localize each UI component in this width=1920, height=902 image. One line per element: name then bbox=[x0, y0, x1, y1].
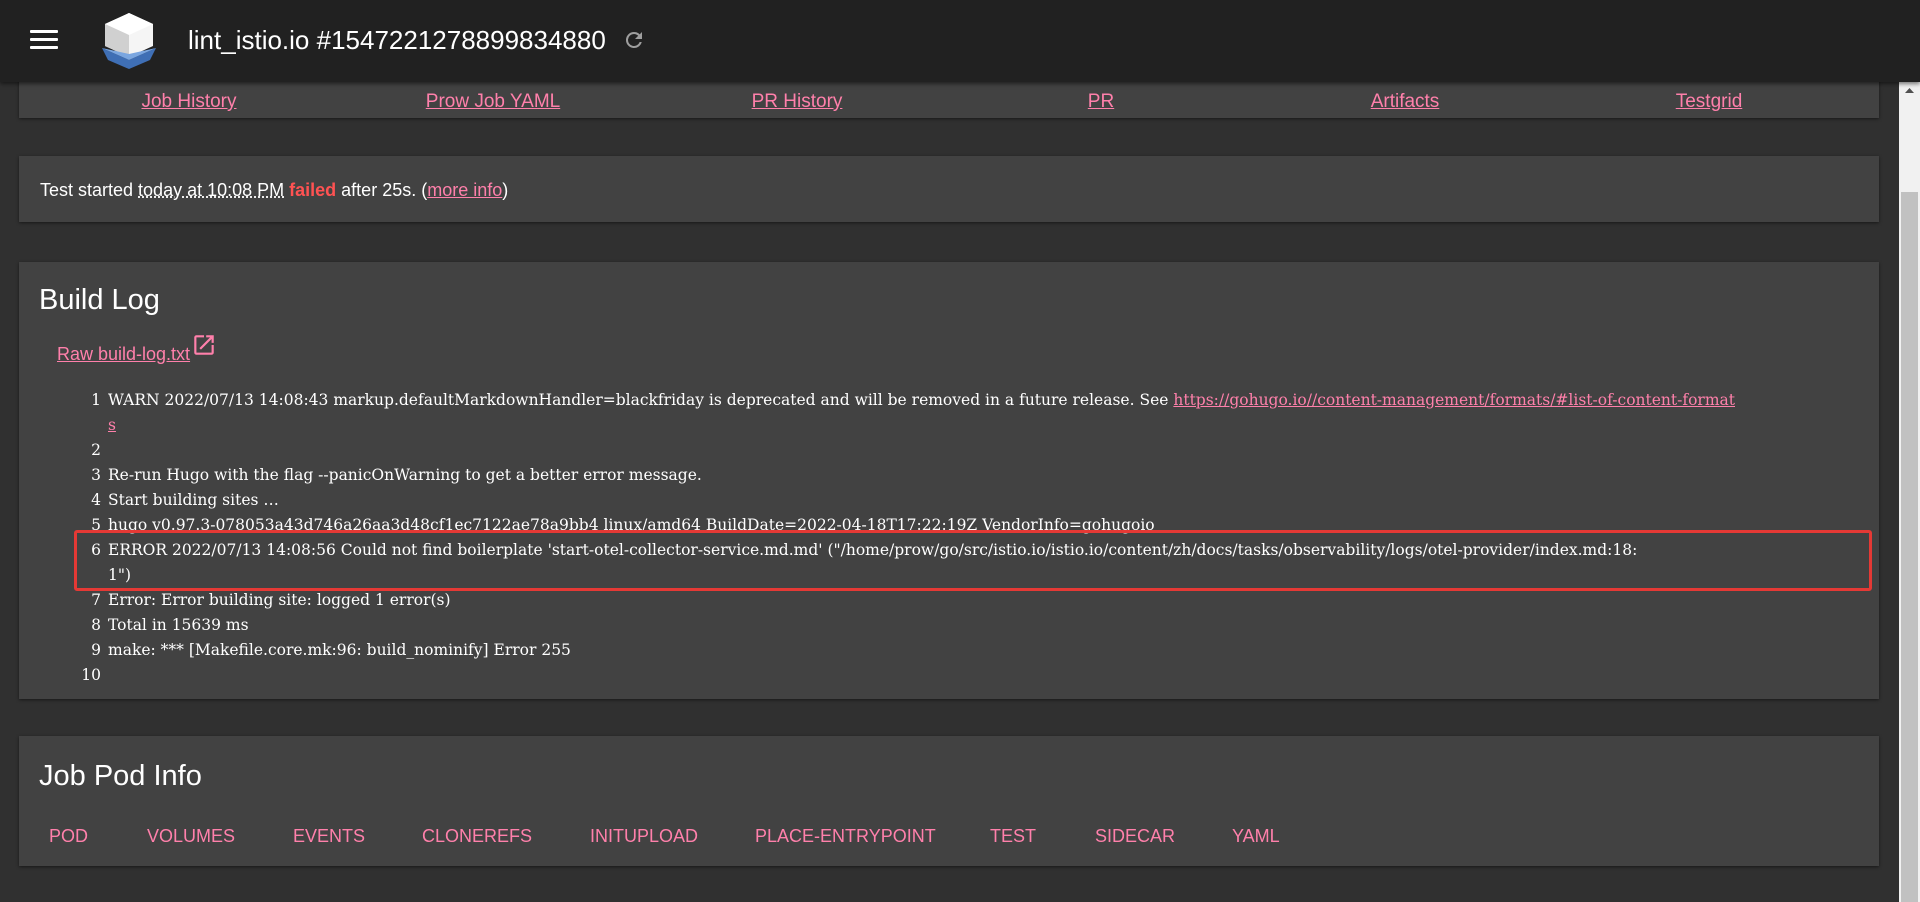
log-text: hugo v0.97.3-078053a43d746a26aa3d48cf1ec… bbox=[108, 516, 1155, 534]
job-history-link[interactable]: Job History bbox=[141, 91, 236, 113]
hamburger-menu-icon[interactable] bbox=[30, 30, 58, 52]
line-number: 8 bbox=[91, 616, 101, 634]
vertical-scrollbar[interactable] bbox=[1899, 82, 1920, 902]
line-number: 7 bbox=[91, 591, 101, 609]
tab-clonerefs[interactable]: CLONEREFS bbox=[422, 826, 532, 847]
log-url-link[interactable]: https://gohugo.io//content-management/fo… bbox=[1173, 391, 1735, 409]
log-text: Error: Error building site: logged 1 err… bbox=[108, 591, 451, 609]
log-url-link-continuation[interactable]: s bbox=[108, 413, 116, 438]
log-text: Total in 15639 ms bbox=[108, 616, 249, 634]
prow-job-yaml-link[interactable]: Prow Job YAML bbox=[426, 91, 560, 113]
log-text: Re-run Hugo with the flag --panicOnWarni… bbox=[108, 466, 702, 484]
pod-tabs: POD VOLUMES EVENTS CLONEREFS INITUPLOAD … bbox=[19, 826, 1879, 856]
more-info-link[interactable]: more info bbox=[427, 180, 502, 200]
log-text: Start building sites … bbox=[108, 491, 279, 509]
line-number: 2 bbox=[91, 441, 101, 459]
job-pod-info-card: Job Pod Info POD VOLUMES EVENTS CLONEREF… bbox=[19, 736, 1879, 866]
line-number: 6 bbox=[91, 541, 101, 559]
tab-initupload[interactable]: INITUPLOAD bbox=[590, 826, 698, 847]
status-prefix: Test started bbox=[40, 180, 139, 200]
pr-history-link[interactable]: PR History bbox=[752, 91, 843, 113]
pr-link[interactable]: PR bbox=[1088, 91, 1114, 113]
status-badge: failed bbox=[289, 180, 337, 200]
test-status-text: Test started today at 10:08 PM failed af… bbox=[40, 180, 508, 201]
line-number: 3 bbox=[91, 466, 101, 484]
status-suffix: ) bbox=[502, 180, 509, 200]
scroll-up-arrow-icon[interactable] bbox=[1899, 82, 1920, 100]
log-text-continuation: 1") bbox=[108, 566, 132, 584]
start-time: today at 10:08 PM bbox=[138, 180, 285, 200]
tab-sidecar[interactable]: SIDECAR bbox=[1095, 826, 1175, 847]
tab-pod[interactable]: POD bbox=[49, 826, 88, 847]
refresh-icon[interactable] bbox=[622, 28, 646, 52]
build-log-card: Build Log Raw build-log.txt 1 WARN 2022/… bbox=[19, 262, 1879, 699]
line-number: 5 bbox=[91, 516, 101, 534]
open-in-new-icon[interactable] bbox=[191, 332, 217, 358]
top-app-bar: lint_istio.io #1547221278899834880 bbox=[0, 0, 1920, 82]
test-status-card: Test started today at 10:08 PM failed af… bbox=[19, 156, 1879, 222]
status-middle: after 25s. ( bbox=[336, 180, 428, 200]
tab-volumes[interactable]: VOLUMES bbox=[147, 826, 235, 847]
tab-place-entrypoint[interactable]: PLACE-ENTRYPOINT bbox=[755, 826, 936, 847]
line-number: 9 bbox=[91, 641, 101, 659]
scrollbar-thumb[interactable] bbox=[1901, 192, 1918, 902]
line-number: 4 bbox=[91, 491, 101, 509]
log-text: WARN 2022/07/13 14:08:43 markup.defaultM… bbox=[108, 391, 1174, 409]
build-log-title: Build Log bbox=[39, 284, 160, 316]
artifacts-link[interactable]: Artifacts bbox=[1371, 91, 1440, 113]
log-text: ERROR 2022/07/13 14:08:56 Could not find… bbox=[108, 541, 1638, 559]
job-pod-info-title: Job Pod Info bbox=[39, 760, 202, 792]
raw-build-log-link[interactable]: Raw build-log.txt bbox=[57, 344, 190, 365]
line-number: 10 bbox=[81, 666, 101, 684]
tab-events[interactable]: EVENTS bbox=[293, 826, 365, 847]
log-text: make: *** [Makefile.core.mk:96: build_no… bbox=[108, 641, 571, 659]
line-number: 1 bbox=[91, 391, 101, 409]
tab-test[interactable]: TEST bbox=[990, 826, 1036, 847]
page-title: lint_istio.io #1547221278899834880 bbox=[188, 25, 606, 55]
testgrid-link[interactable]: Testgrid bbox=[1676, 91, 1743, 113]
prow-logo-icon bbox=[102, 13, 156, 69]
tab-yaml[interactable]: YAML bbox=[1232, 826, 1280, 847]
